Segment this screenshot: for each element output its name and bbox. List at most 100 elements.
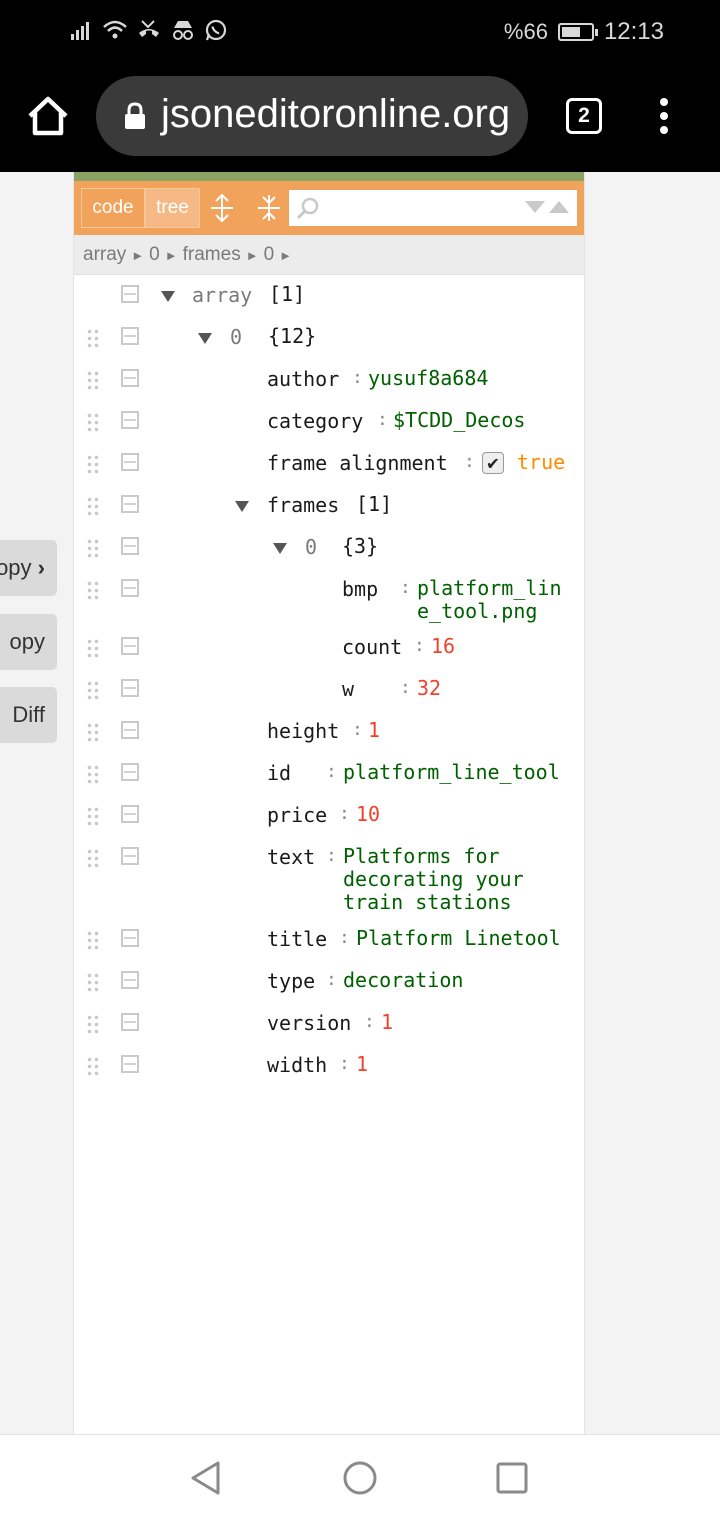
drag-handle-icon[interactable] [86, 848, 100, 870]
field-key[interactable]: height [267, 719, 339, 743]
diff-button[interactable]: Diff [0, 687, 57, 743]
row-select-box[interactable] [121, 1013, 139, 1031]
editor-menu-bar: code tree [74, 181, 584, 235]
field-key[interactable]: width [267, 1053, 327, 1077]
breadcrumb-item[interactable]: frames [183, 244, 241, 265]
search-box[interactable] [288, 189, 578, 227]
search-next-icon[interactable] [525, 201, 545, 213]
boolean-checkbox[interactable]: ✔ [482, 452, 504, 474]
row-select-box[interactable] [121, 537, 139, 555]
field-key[interactable]: price [267, 803, 327, 827]
search-nav [525, 201, 569, 213]
field-value[interactable]: 1 [368, 719, 380, 742]
row-select-box[interactable] [121, 971, 139, 989]
row-select-box[interactable] [121, 285, 139, 303]
row-select-box[interactable] [121, 679, 139, 697]
drag-handle-icon[interactable] [86, 680, 100, 702]
drag-handle-icon[interactable] [86, 538, 100, 560]
tree-mode-button[interactable]: tree [145, 188, 200, 228]
drag-handle-icon[interactable] [86, 722, 100, 744]
field-value[interactable]: Platforms for decorating your train stat… [343, 845, 524, 914]
tree-row-frame-alignment: frame alignment : ✔ true [74, 451, 584, 481]
row-select-box[interactable] [121, 721, 139, 739]
row-select-box[interactable] [121, 327, 139, 345]
tree-row-bmp: bmp : platform_lin e_tool.png [74, 577, 584, 629]
drag-handle-icon[interactable] [86, 412, 100, 434]
breadcrumb-item[interactable]: array [83, 244, 126, 265]
recents-icon[interactable] [495, 1459, 529, 1497]
back-icon[interactable] [188, 1459, 224, 1497]
field-key[interactable]: text [267, 845, 315, 869]
field-key[interactable]: w [342, 677, 354, 701]
home-nav-icon[interactable] [341, 1459, 379, 1497]
incognito-icon [173, 21, 193, 40]
field-value[interactable]: true [517, 451, 565, 474]
field-key[interactable]: version [267, 1011, 351, 1035]
collapse-toggle-icon[interactable] [198, 333, 212, 344]
row-select-box[interactable] [121, 637, 139, 655]
field-value[interactable]: platform_lin e_tool.png [417, 577, 562, 623]
field-value[interactable]: Platform Linetool [356, 927, 561, 950]
field-value[interactable]: 32 [417, 677, 441, 700]
row-select-box[interactable] [121, 847, 139, 865]
field-key[interactable]: count [342, 635, 402, 659]
field-key[interactable]: title [267, 927, 327, 951]
field-key[interactable]: author [267, 367, 339, 391]
row-select-box[interactable] [121, 763, 139, 781]
drag-handle-icon[interactable] [86, 930, 100, 952]
editor-top-bar [74, 172, 584, 181]
overflow-menu-icon[interactable] [656, 98, 672, 138]
collapse-toggle-icon[interactable] [273, 543, 287, 554]
field-value[interactable]: platform_line_tool [343, 761, 560, 784]
row-select-box[interactable] [121, 453, 139, 471]
field-key[interactable]: frames [267, 493, 339, 517]
search-previous-icon[interactable] [549, 201, 569, 213]
row-select-box[interactable] [121, 369, 139, 387]
breadcrumb-item[interactable]: 0 [149, 244, 160, 265]
drag-handle-icon[interactable] [86, 806, 100, 828]
drag-handle-icon[interactable] [86, 370, 100, 392]
field-key[interactable]: array [192, 283, 252, 307]
row-select-box[interactable] [121, 929, 139, 947]
drag-handle-icon[interactable] [86, 638, 100, 660]
drag-handle-icon[interactable] [86, 1014, 100, 1036]
address-bar[interactable]: jsoneditoronline.org [96, 76, 528, 156]
collapse-all-icon[interactable] [254, 193, 284, 223]
breadcrumb-item[interactable]: 0 [264, 244, 275, 265]
row-select-box[interactable] [121, 1055, 139, 1073]
field-value[interactable]: 1 [381, 1011, 393, 1034]
row-select-box[interactable] [121, 495, 139, 513]
field-value[interactable]: 10 [356, 803, 380, 826]
drag-handle-icon[interactable] [86, 580, 100, 602]
drag-handle-icon[interactable] [86, 764, 100, 786]
expand-all-icon[interactable] [207, 193, 237, 223]
field-value[interactable]: yusuf8a684 [368, 367, 488, 390]
collapse-toggle-icon[interactable] [161, 291, 175, 302]
copy-right-button[interactable]: opy › [0, 540, 57, 596]
field-key[interactable]: id [267, 761, 291, 785]
field-key[interactable]: frame alignment [267, 451, 448, 475]
battery-percent: %66 [503, 19, 548, 44]
field-value[interactable]: decoration [343, 969, 463, 992]
field-key[interactable]: bmp [342, 577, 378, 601]
field-colon: : [339, 1053, 350, 1074]
row-select-box[interactable] [121, 805, 139, 823]
drag-handle-icon[interactable] [86, 496, 100, 518]
field-value[interactable]: $TCDD_Decos [393, 409, 525, 432]
row-select-box[interactable] [121, 411, 139, 429]
tab-switcher-button[interactable]: 2 [566, 98, 602, 134]
collapse-toggle-icon[interactable] [235, 501, 249, 512]
field-value[interactable]: 16 [431, 635, 455, 658]
copy-button[interactable]: opy [0, 614, 57, 670]
drag-handle-icon[interactable] [86, 1056, 100, 1078]
field-value[interactable]: 1 [356, 1053, 368, 1076]
field-key[interactable]: type [267, 969, 315, 993]
home-icon[interactable] [26, 94, 70, 138]
code-mode-button[interactable]: code [81, 188, 145, 228]
field-key[interactable]: category [267, 409, 363, 433]
search-input[interactable] [325, 194, 515, 222]
drag-handle-icon[interactable] [86, 454, 100, 476]
drag-handle-icon[interactable] [86, 972, 100, 994]
row-select-box[interactable] [121, 579, 139, 597]
drag-handle-icon[interactable] [86, 328, 100, 350]
